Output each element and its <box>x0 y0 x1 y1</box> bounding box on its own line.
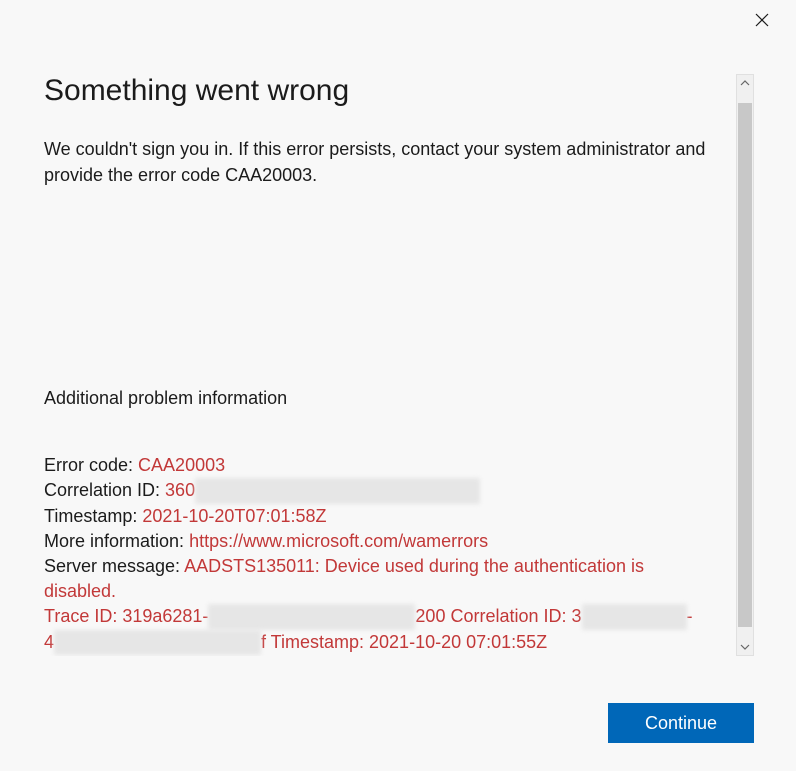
correlation-id-row: Correlation ID: 360xxxxx-xxxx-xxxx-xxxx-… <box>44 478 714 503</box>
error-code-row: Error code: CAA20003 <box>44 453 714 478</box>
scrollbar-thumb[interactable] <box>738 103 752 627</box>
server-message-label: Server message: <box>44 556 184 576</box>
close-button[interactable] <box>746 6 778 34</box>
additional-info-heading: Additional problem information <box>44 388 732 409</box>
continue-button[interactable]: Continue <box>608 703 754 743</box>
trace-id-part4: 4 <box>44 632 54 652</box>
trace-id-part2: 200 Correlation ID: 3 <box>415 606 581 626</box>
error-details: Error code: CAA20003 Correlation ID: 360… <box>44 453 714 655</box>
page-title: Something went wrong <box>44 74 732 108</box>
close-icon <box>755 13 769 27</box>
server-message-row: Server message: AADSTS135011: Device use… <box>44 554 714 604</box>
trace-id-part3: - <box>687 606 693 626</box>
error-code-value: CAA20003 <box>138 455 225 475</box>
correlation-id-redacted: xxxxx-xxxx-xxxx-xxxx-xxxxxxxxxxxx <box>195 478 480 503</box>
dialog-window: Something went wrong We couldn't sign yo… <box>0 0 796 771</box>
error-description: We couldn't sign you in. If this error p… <box>44 136 714 188</box>
scroll-up-arrow-icon[interactable] <box>737 75 753 91</box>
trace-id-row-2: 4xxx-xxxx-xxxx-xxxxxxxxxxf Timestamp: 20… <box>44 630 714 655</box>
timestamp-label: Timestamp: <box>44 506 142 526</box>
correlation-id-label: Correlation ID: <box>44 480 165 500</box>
scrollbar[interactable] <box>736 74 754 656</box>
scroll-down-arrow-icon[interactable] <box>737 639 753 655</box>
trace-id-redacted-1: xxxx-xxxx-xxxx-xxxxxxxxx <box>208 604 415 629</box>
trace-id-part5: f Timestamp: 2021-10-20 07:01:55Z <box>261 632 547 652</box>
content-area: Something went wrong We couldn't sign yo… <box>44 74 732 656</box>
trace-id-row-1: Trace ID: 319a6281-xxxx-xxxx-xxxx-xxxxxx… <box>44 604 714 629</box>
more-information-label: More information: <box>44 531 189 551</box>
more-information-link[interactable]: https://www.microsoft.com/wamerrors <box>189 531 488 551</box>
correlation-id-prefix: 360 <box>165 480 195 500</box>
trace-id-redacted-3: xxx-xxxx-xxxx-xxxxxxxxxx <box>54 630 261 655</box>
error-code-label: Error code: <box>44 455 138 475</box>
trace-id-part1: Trace ID: 319a6281- <box>44 606 208 626</box>
timestamp-row: Timestamp: 2021-10-20T07:01:58Z <box>44 504 714 529</box>
timestamp-value: 2021-10-20T07:01:58Z <box>142 506 326 526</box>
trace-id-redacted-2: xxxxxxx-xxxx <box>582 604 687 629</box>
more-information-row: More information: https://www.microsoft.… <box>44 529 714 554</box>
